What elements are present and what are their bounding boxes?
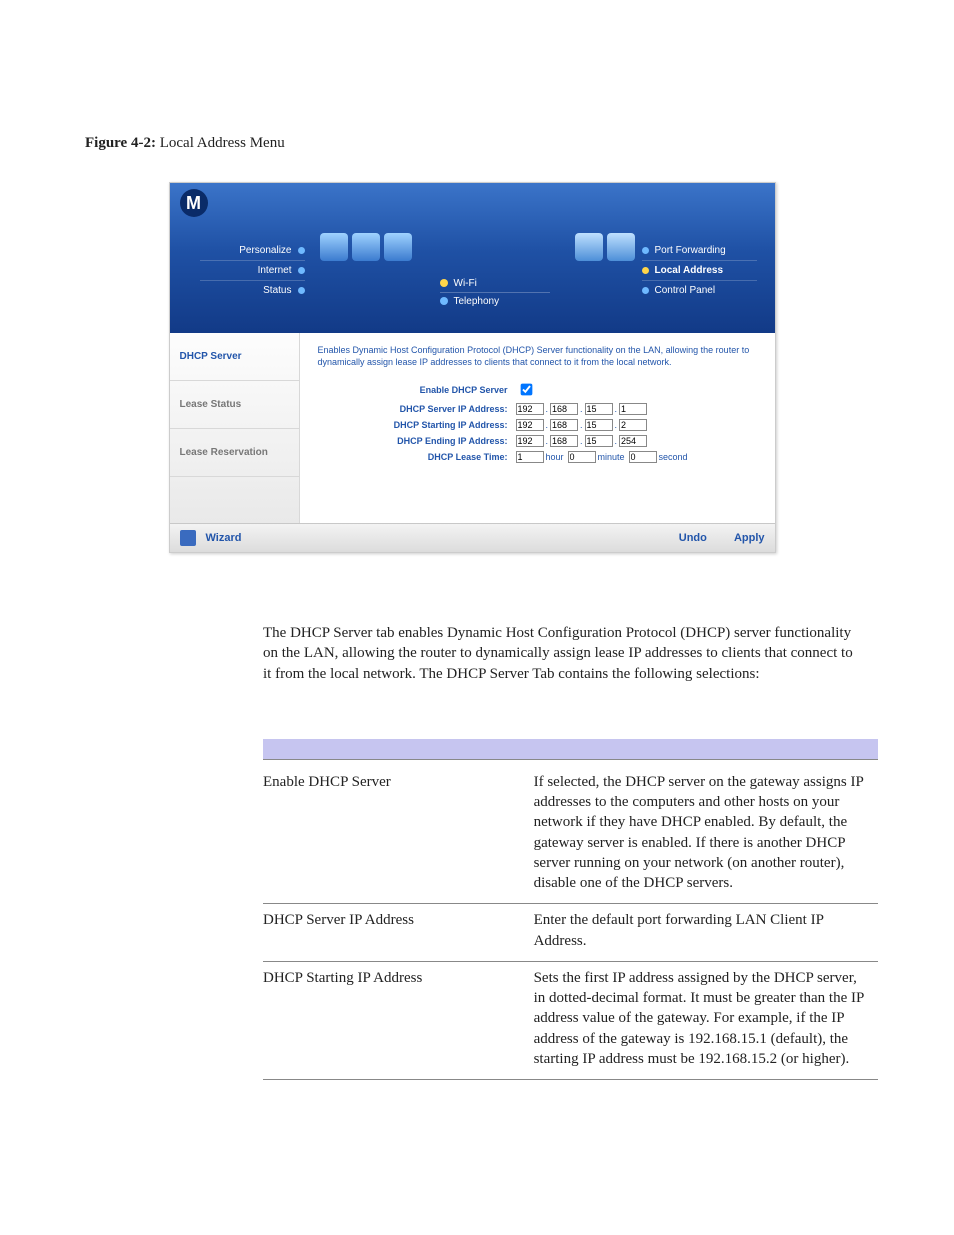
center-tabs: Wi-Fi Telephony xyxy=(440,275,550,310)
nav-port-forwarding[interactable]: Port Forwarding xyxy=(642,241,757,261)
tab-wifi-label: Wi-Fi xyxy=(454,278,477,289)
nav-left: Personalize Internet Status xyxy=(200,241,305,300)
nav-status-label: Status xyxy=(263,285,291,296)
motorola-logo-icon: M xyxy=(180,189,208,217)
globe-icon xyxy=(320,233,348,261)
end-ip-octet-3[interactable] xyxy=(585,435,613,447)
row-enable-dhcp: Enable DHCP Server xyxy=(318,380,757,399)
lease-minute-input[interactable] xyxy=(568,451,596,463)
server-ip-label: DHCP Server IP Address: xyxy=(318,404,516,414)
bullet-icon xyxy=(298,287,305,294)
tab-wifi[interactable]: Wi-Fi xyxy=(440,275,550,293)
nav-internet-label: Internet xyxy=(258,265,292,276)
settings-table: Enable DHCP Server If selected, the DHCP… xyxy=(263,766,878,1080)
row-server-ip: DHCP Server IP Address: . . . xyxy=(318,403,757,415)
signal-icon xyxy=(352,233,380,261)
end-ip-label: DHCP Ending IP Address: xyxy=(318,436,516,446)
network-icon xyxy=(607,233,635,261)
bullet-icon xyxy=(440,279,448,287)
server-ip-octet-4[interactable] xyxy=(619,403,647,415)
end-ip-octet-2[interactable] xyxy=(550,435,578,447)
dhcp-panel: Enables Dynamic Host Configuration Proto… xyxy=(300,333,775,523)
nav-control-panel[interactable]: Control Panel xyxy=(642,281,757,300)
router-header: M Personalize Internet Status Wi-Fi Tele… xyxy=(170,183,775,333)
server-ip-octet-2[interactable] xyxy=(550,403,578,415)
bullet-icon xyxy=(642,287,649,294)
undo-button[interactable]: Undo xyxy=(679,532,707,544)
second-unit: second xyxy=(657,452,692,462)
start-ip-octet-4[interactable] xyxy=(619,419,647,431)
row-lease-time: DHCP Lease Time: hour minute second xyxy=(318,451,757,463)
bullet-icon xyxy=(642,267,649,274)
router-footer: Wizard Undo Apply xyxy=(170,523,775,552)
enable-dhcp-label: Enable DHCP Server xyxy=(318,385,516,395)
side-lease-status[interactable]: Lease Status xyxy=(170,381,299,429)
server-ip-octet-3[interactable] xyxy=(585,403,613,415)
nav-local-address-label: Local Address xyxy=(655,265,724,276)
bullet-icon xyxy=(298,267,305,274)
lease-hour-input[interactable] xyxy=(516,451,544,463)
table-row: Enable DHCP Server If selected, the DHCP… xyxy=(263,766,878,904)
row-end-ip: DHCP Ending IP Address: . . . xyxy=(318,435,757,447)
minute-unit: minute xyxy=(596,452,629,462)
wizard-icon[interactable] xyxy=(180,530,196,546)
nav-control-panel-label: Control Panel xyxy=(655,285,716,296)
router-body: DHCP Server Lease Status Lease Reservati… xyxy=(170,333,775,523)
hour-unit: hour xyxy=(544,452,568,462)
router-screenshot: M Personalize Internet Status Wi-Fi Tele… xyxy=(169,182,776,553)
dhcp-paragraph: The DHCP Server tab enables Dynamic Host… xyxy=(263,623,859,684)
server-ip-octet-1[interactable] xyxy=(516,403,544,415)
side-dhcp-server[interactable]: DHCP Server xyxy=(170,333,299,381)
apply-button[interactable]: Apply xyxy=(734,532,765,544)
figure-title: Local Address Menu xyxy=(160,135,285,151)
setting-desc: If selected, the DHCP server on the gate… xyxy=(534,766,878,904)
bullet-icon xyxy=(440,297,448,305)
row-start-ip: DHCP Starting IP Address: . . . xyxy=(318,419,757,431)
figure-caption: Figure 4-2: Local Address Menu xyxy=(85,135,859,152)
lease-time-label: DHCP Lease Time: xyxy=(318,452,516,462)
nav-port-forwarding-label: Port Forwarding xyxy=(655,245,726,256)
start-ip-octet-3[interactable] xyxy=(585,419,613,431)
tab-telephony-label: Telephony xyxy=(454,296,500,307)
nav-personalize-label: Personalize xyxy=(239,245,291,256)
setting-name: DHCP Server IP Address xyxy=(263,904,534,962)
start-ip-label: DHCP Starting IP Address: xyxy=(318,420,516,430)
start-ip-octet-1[interactable] xyxy=(516,419,544,431)
nav-status[interactable]: Status xyxy=(200,281,305,300)
end-ip-octet-4[interactable] xyxy=(619,435,647,447)
side-tabs: DHCP Server Lease Status Lease Reservati… xyxy=(170,333,300,523)
lease-second-input[interactable] xyxy=(629,451,657,463)
table-row: DHCP Starting IP Address Sets the first … xyxy=(263,961,878,1079)
tab-telephony[interactable]: Telephony xyxy=(440,293,550,310)
dhcp-description: Enables Dynamic Host Configuration Proto… xyxy=(318,345,757,368)
setting-name: DHCP Starting IP Address xyxy=(263,961,534,1079)
nav-personalize[interactable]: Personalize xyxy=(200,241,305,261)
right-icons xyxy=(575,233,635,261)
setting-desc: Sets the first IP address assigned by th… xyxy=(534,961,878,1079)
nav-internet[interactable]: Internet xyxy=(200,261,305,281)
table-row: DHCP Server IP Address Enter the default… xyxy=(263,904,878,962)
wizard-button[interactable]: Wizard xyxy=(206,532,242,544)
nav-right: Port Forwarding Local Address Control Pa… xyxy=(642,241,757,300)
monitor-icon xyxy=(575,233,603,261)
enable-dhcp-checkbox[interactable] xyxy=(520,384,532,396)
pc-icon xyxy=(384,233,412,261)
bullet-icon xyxy=(298,247,305,254)
nav-local-address[interactable]: Local Address xyxy=(642,261,757,281)
start-ip-octet-2[interactable] xyxy=(550,419,578,431)
setting-name: Enable DHCP Server xyxy=(263,766,534,904)
bullet-icon xyxy=(642,247,649,254)
setting-desc: Enter the default port forwarding LAN Cl… xyxy=(534,904,878,962)
settings-table-header-bar xyxy=(263,739,878,760)
figure-label: Figure 4-2: xyxy=(85,135,156,151)
settings-table-wrap: Enable DHCP Server If selected, the DHCP… xyxy=(263,739,878,1080)
side-lease-reservation[interactable]: Lease Reservation xyxy=(170,429,299,477)
center-icons xyxy=(320,233,412,261)
end-ip-octet-1[interactable] xyxy=(516,435,544,447)
